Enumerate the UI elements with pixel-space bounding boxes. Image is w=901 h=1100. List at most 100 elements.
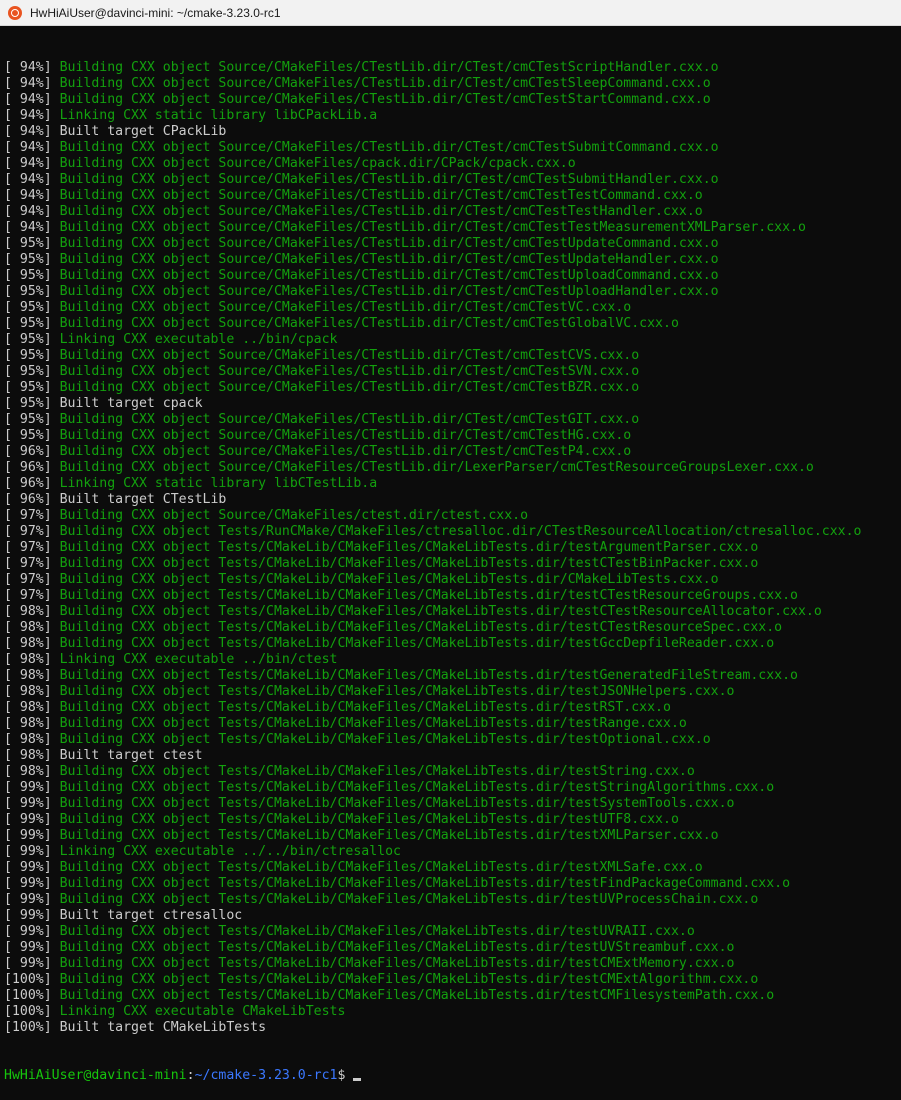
log-message: Building CXX object Tests/CMakeLib/CMake… (59, 924, 695, 939)
log-line: [ 99%] Linking CXX executable ../../bin/… (4, 844, 901, 860)
log-message: Building CXX object Source/CMakeFiles/CT… (59, 92, 711, 107)
log-line: [ 99%] Building CXX object Tests/CMakeLi… (4, 860, 901, 876)
progress-percent: [ 98%] (4, 620, 52, 635)
log-line: [ 95%] Building CXX object Source/CMakeF… (4, 268, 901, 284)
progress-percent: [ 94%] (4, 220, 52, 235)
prompt-path: ~/cmake-3.23.0-rc1 (194, 1068, 338, 1083)
log-line: [ 99%] Building CXX object Tests/CMakeLi… (4, 780, 901, 796)
log-line: [ 94%] Building CXX object Source/CMakeF… (4, 188, 901, 204)
log-line: [ 95%] Building CXX object Source/CMakeF… (4, 412, 901, 428)
log-line: [ 95%] Building CXX object Source/CMakeF… (4, 380, 901, 396)
log-message: Building CXX object Source/CMakeFiles/CT… (59, 284, 719, 299)
log-message: Building CXX object Tests/CMakeLib/CMake… (59, 540, 759, 555)
progress-percent: [ 99%] (4, 924, 52, 939)
log-line: [ 96%] Building CXX object Source/CMakeF… (4, 444, 901, 460)
progress-percent: [ 99%] (4, 860, 52, 875)
log-message: Built target cpack (59, 396, 203, 411)
log-line: [ 94%] Building CXX object Source/CMakeF… (4, 204, 901, 220)
log-line: [ 99%] Building CXX object Tests/CMakeLi… (4, 876, 901, 892)
log-message: Building CXX object Source/CMakeFiles/CT… (59, 172, 719, 187)
progress-percent: [ 99%] (4, 892, 52, 907)
log-line: [ 98%] Building CXX object Tests/CMakeLi… (4, 636, 901, 652)
progress-percent: [ 96%] (4, 460, 52, 475)
log-line: [100%] Built target CMakeLibTests (4, 1020, 901, 1036)
progress-percent: [ 95%] (4, 412, 52, 427)
log-message: Building CXX object Source/CMakeFiles/CT… (59, 268, 719, 283)
log-line: [100%] Building CXX object Tests/CMakeLi… (4, 972, 901, 988)
log-message: Building CXX object Tests/CMakeLib/CMake… (59, 796, 735, 811)
progress-percent: [ 98%] (4, 668, 52, 683)
prompt-user-host: HwHiAiUser@davinci-mini (4, 1068, 187, 1083)
progress-percent: [ 94%] (4, 204, 52, 219)
log-line: [ 95%] Building CXX object Source/CMakeF… (4, 284, 901, 300)
log-line: [ 97%] Building CXX object Tests/CMakeLi… (4, 556, 901, 572)
log-message: Building CXX object Source/CMakeFiles/CT… (59, 140, 719, 155)
progress-percent: [ 99%] (4, 908, 52, 923)
ubuntu-icon (8, 5, 22, 20)
log-message: Building CXX object Tests/CMakeLib/CMake… (59, 588, 798, 603)
log-message: Building CXX object Tests/CMakeLib/CMake… (59, 860, 703, 875)
progress-percent: [ 98%] (4, 604, 52, 619)
log-message: Building CXX object Tests/CMakeLib/CMake… (59, 972, 759, 987)
log-line: [ 96%] Built target CTestLib (4, 492, 901, 508)
log-line: [ 94%] Built target CPackLib (4, 124, 901, 140)
log-line: [ 97%] Building CXX object Tests/CMakeLi… (4, 588, 901, 604)
log-line: [ 98%] Building CXX object Tests/CMakeLi… (4, 668, 901, 684)
log-line: [ 99%] Built target ctresalloc (4, 908, 901, 924)
log-line: [ 95%] Building CXX object Source/CMakeF… (4, 252, 901, 268)
log-line: [ 94%] Building CXX object Source/CMakeF… (4, 60, 901, 76)
prompt-symbol: $ (337, 1068, 346, 1083)
log-line: [ 95%] Building CXX object Source/CMakeF… (4, 348, 901, 364)
progress-percent: [ 98%] (4, 636, 52, 651)
log-message: Building CXX object Tests/CMakeLib/CMake… (59, 732, 711, 747)
log-line: [ 99%] Building CXX object Tests/CMakeLi… (4, 796, 901, 812)
log-line: [ 98%] Building CXX object Tests/CMakeLi… (4, 620, 901, 636)
log-line: [ 99%] Building CXX object Tests/CMakeLi… (4, 940, 901, 956)
progress-percent: [ 99%] (4, 956, 52, 971)
log-message: Building CXX object Source/CMakeFiles/CT… (59, 444, 632, 459)
log-message: Built target CMakeLibTests (59, 1020, 267, 1035)
progress-percent: [ 97%] (4, 556, 52, 571)
log-line: [ 95%] Building CXX object Source/CMakeF… (4, 316, 901, 332)
log-message: Building CXX object Source/CMakeFiles/CT… (59, 316, 679, 331)
progress-percent: [ 98%] (4, 716, 52, 731)
log-message: Building CXX object Source/CMakeFiles/CT… (59, 236, 719, 251)
progress-percent: [ 99%] (4, 940, 52, 955)
log-message: Building CXX object Source/CMakeFiles/CT… (59, 188, 703, 203)
log-line: [ 98%] Building CXX object Tests/CMakeLi… (4, 732, 901, 748)
log-message: Linking CXX static library libCPackLib.a (59, 108, 378, 123)
log-message: Building CXX object Source/CMakeFiles/cp… (59, 156, 576, 171)
progress-percent: [ 97%] (4, 508, 52, 523)
log-message: Linking CXX executable ../bin/ctest (59, 652, 338, 667)
log-message: Building CXX object Tests/CMakeLib/CMake… (59, 828, 719, 843)
log-line: [ 97%] Building CXX object Tests/RunCMak… (4, 524, 901, 540)
log-message: Linking CXX static library libCTestLib.a (59, 476, 378, 491)
log-message: Building CXX object Tests/CMakeLib/CMake… (59, 956, 735, 971)
progress-percent: [ 96%] (4, 476, 52, 491)
log-message: Building CXX object Source/CMakeFiles/CT… (59, 364, 640, 379)
log-line: [ 97%] Building CXX object Source/CMakeF… (4, 508, 901, 524)
log-message: Building CXX object Tests/CMakeLib/CMake… (59, 940, 735, 955)
log-line: [ 94%] Building CXX object Source/CMakeF… (4, 140, 901, 156)
log-line: [ 98%] Building CXX object Tests/CMakeLi… (4, 684, 901, 700)
window-titlebar[interactable]: HwHiAiUser@davinci-mini: ~/cmake-3.23.0-… (0, 0, 901, 26)
log-message: Building CXX object Tests/CMakeLib/CMake… (59, 780, 775, 795)
log-line: [ 94%] Building CXX object Source/CMakeF… (4, 172, 901, 188)
log-message: Building CXX object Tests/CMakeLib/CMake… (59, 572, 719, 587)
log-message: Building CXX object Tests/RunCMake/CMake… (59, 524, 862, 539)
progress-percent: [ 94%] (4, 140, 52, 155)
progress-percent: [ 94%] (4, 60, 52, 75)
log-message: Building CXX object Source/CMakeFiles/CT… (59, 220, 806, 235)
log-message: Building CXX object Tests/CMakeLib/CMake… (59, 700, 671, 715)
terminal-output[interactable]: [ 94%] Building CXX object Source/CMakeF… (0, 26, 901, 1100)
log-line: [ 99%] Building CXX object Tests/CMakeLi… (4, 812, 901, 828)
progress-percent: [ 97%] (4, 588, 52, 603)
progress-percent: [ 94%] (4, 108, 52, 123)
progress-percent: [ 95%] (4, 348, 52, 363)
progress-percent: [ 97%] (4, 572, 52, 587)
progress-percent: [ 99%] (4, 780, 52, 795)
log-message: Building CXX object Source/CMakeFiles/CT… (59, 252, 719, 267)
log-message: Building CXX object Source/CMakeFiles/CT… (59, 348, 640, 363)
window-title: HwHiAiUser@davinci-mini: ~/cmake-3.23.0-… (30, 5, 281, 20)
shell-prompt[interactable]: HwHiAiUser@davinci-mini:~/cmake-3.23.0-r… (4, 1068, 901, 1084)
